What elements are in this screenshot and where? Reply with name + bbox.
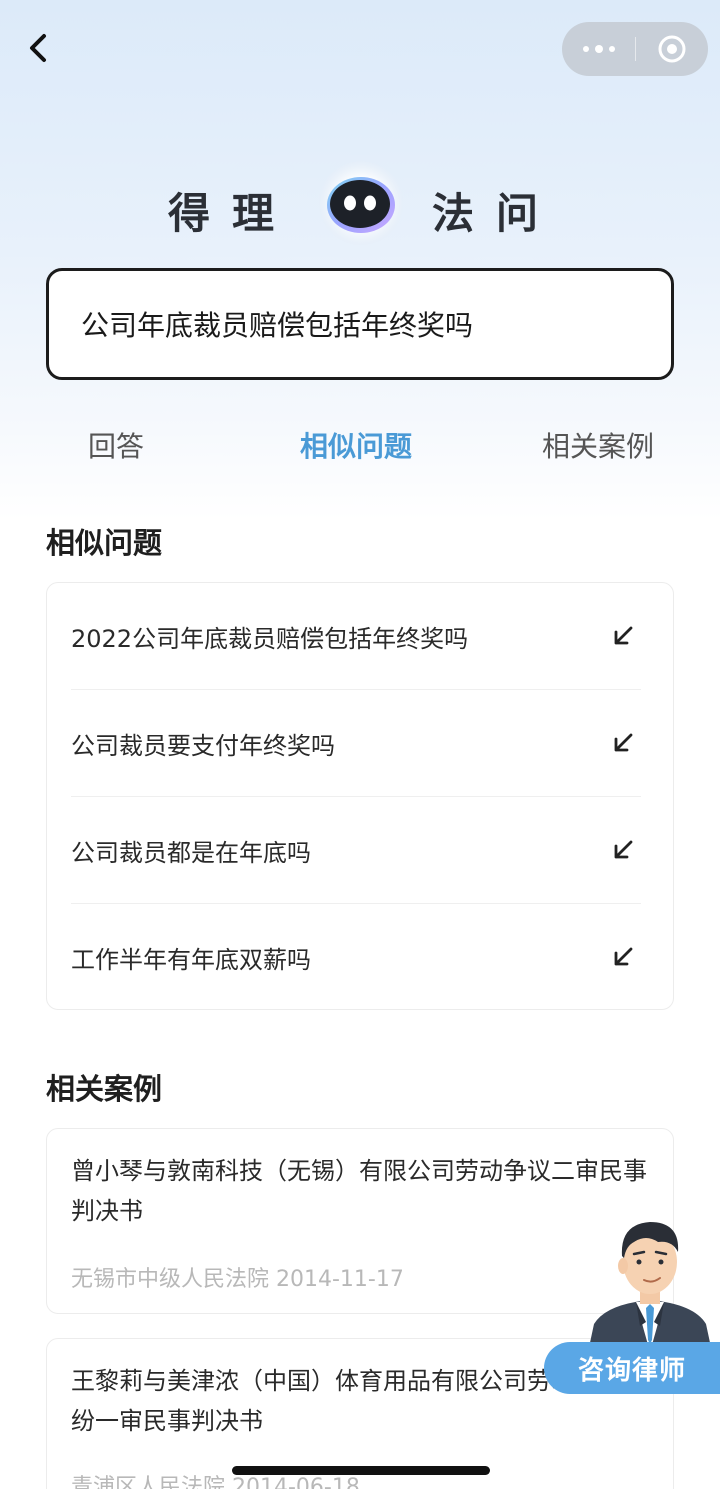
case-court-date: 无锡市中级人民法院 2014-11-17 [71,1267,404,1292]
similar-question-item[interactable]: 2022公司年底裁员赔偿包括年终奖吗 [71,583,641,689]
home-indicator [232,1466,490,1475]
target-close-icon [658,35,686,63]
close-button[interactable] [636,22,708,76]
arrow-down-left-icon [614,733,633,752]
result-tabs: 回答 相似问题 相关案例 [0,425,720,475]
more-dots-icon [582,45,615,53]
lawyer-avatar[interactable] [580,1212,720,1352]
brand-header: 得理 法问 [0,160,720,250]
more-button[interactable] [562,22,635,76]
similar-question-item[interactable]: 公司裁员要支付年终奖吗 [71,690,641,796]
mini-program-capsule [562,22,708,76]
chevron-left-icon [30,34,46,62]
tab-answer[interactable]: 回答 [88,425,144,465]
brand-left-text: 得理 [168,189,297,238]
arrow-down-left-icon [614,947,633,966]
similar-question-text: 工作半年有年底双薪吗 [71,945,311,974]
similar-section-title: 相似问题 [46,526,163,560]
similar-question-item[interactable]: 工作半年有年底双薪吗 [71,904,641,1010]
brand-right-text: 法问 [432,189,561,238]
similar-question-text: 公司裁员都是在年底吗 [71,838,311,867]
cases-section-title: 相关案例 [46,1072,163,1106]
consult-lawyer-button[interactable]: 咨询律师 [544,1342,720,1394]
question-input[interactable]: 公司年底裁员赔偿包括年终奖吗 [46,268,674,380]
robot-face-icon [319,161,403,245]
similar-question-item[interactable]: 公司裁员都是在年底吗 [71,797,641,903]
back-button[interactable] [20,30,56,66]
tab-similar-questions[interactable]: 相似问题 [300,425,412,465]
question-text: 公司年底裁员赔偿包括年终奖吗 [81,309,474,342]
case-title: 曾小琴与敦南科技（无锡）有限公司劳动争议二审民事判决书 [71,1157,647,1225]
similar-question-text: 2022公司年底裁员赔偿包括年终奖吗 [71,624,469,653]
tab-related-cases[interactable]: 相关案例 [542,425,654,465]
arrow-down-left-icon [614,626,633,645]
similar-questions-card: 2022公司年底裁员赔偿包括年终奖吗 公司裁员要支付年终奖吗 公司裁员都是在年底… [46,582,674,1010]
similar-question-text: 公司裁员要支付年终奖吗 [71,731,335,760]
arrow-down-left-icon [614,840,633,859]
